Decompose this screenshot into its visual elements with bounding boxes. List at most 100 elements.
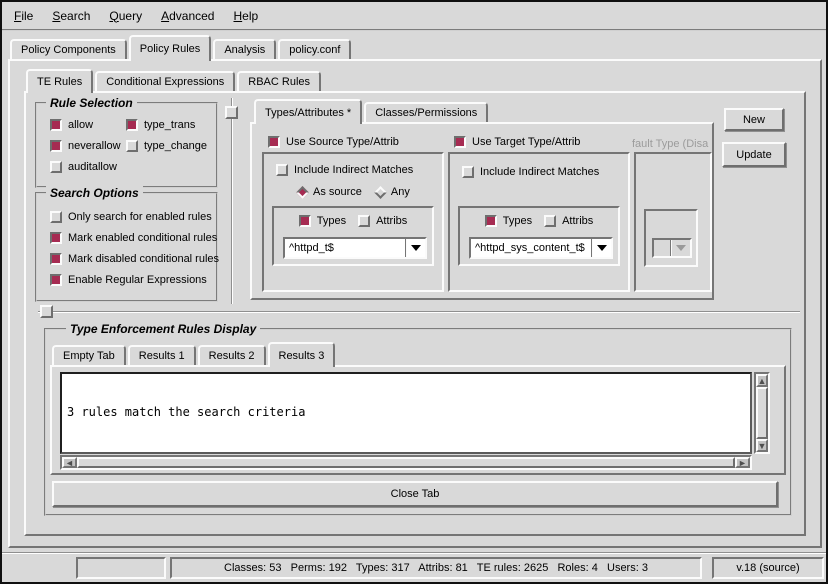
checkbox-type-trans[interactable]: type_trans xyxy=(126,119,216,131)
results-summary: 3 rules match the search criteria xyxy=(67,405,745,419)
tab-label: Policy Rules xyxy=(140,43,201,55)
chevron-down-icon[interactable] xyxy=(597,245,607,251)
scrollbar-thumb[interactable] xyxy=(77,457,735,468)
horizontal-sash-handle[interactable] xyxy=(40,305,53,318)
checkbox-indicator[interactable] xyxy=(50,232,62,244)
checkbox-indicator[interactable] xyxy=(126,140,138,152)
checkbox-target-indirect[interactable]: Include Indirect Matches xyxy=(462,166,599,178)
combobox-separator xyxy=(591,239,593,257)
checkbox-label: Types xyxy=(317,215,346,227)
checkbox-indicator[interactable] xyxy=(50,274,62,286)
new-button[interactable]: New xyxy=(724,108,784,131)
vertical-sash[interactable] xyxy=(231,98,233,304)
checkbox-indicator[interactable] xyxy=(268,136,280,148)
tab-results-2[interactable]: Results 2 xyxy=(198,345,266,365)
checkbox-source-attribs[interactable]: Attribs xyxy=(358,215,407,227)
checkbox-indicator[interactable] xyxy=(50,119,62,131)
checkbox-indicator[interactable] xyxy=(50,211,62,223)
checkbox-allow[interactable]: allow xyxy=(50,119,126,131)
results-vertical-scrollbar[interactable]: ▲ ▼ xyxy=(754,372,770,454)
menu-query[interactable]: Query xyxy=(109,9,142,23)
search-options-group: Search Options Only search for enabled r… xyxy=(35,192,218,302)
source-type-combobox[interactable]: ^httpd_t$ xyxy=(283,237,427,259)
checkbox-label: Attribs xyxy=(376,215,407,227)
vertical-sash-handle[interactable] xyxy=(225,106,238,119)
checkbox-indicator[interactable] xyxy=(50,140,62,152)
radio-label: As source xyxy=(313,186,362,198)
checkbox-use-target[interactable]: Use Target Type/Attrib xyxy=(454,136,580,148)
checkbox-indicator[interactable] xyxy=(126,119,138,131)
target-type-combobox[interactable]: ^httpd_sys_content_t$ xyxy=(469,237,613,259)
tab-rbac-rules[interactable]: RBAC Rules xyxy=(237,71,321,91)
scroll-down-arrow-icon[interactable]: ▼ xyxy=(756,439,768,452)
tab-policy-components[interactable]: Policy Components xyxy=(10,39,127,59)
checkbox-use-source[interactable]: Use Source Type/Attrib xyxy=(268,136,399,148)
checkbox-indicator[interactable] xyxy=(299,215,311,227)
tab-results-3[interactable]: Results 3 xyxy=(268,342,336,367)
tab-analysis[interactable]: Analysis xyxy=(213,39,276,59)
checkbox-type-change[interactable]: type_change xyxy=(126,140,216,152)
tab-te-rules[interactable]: TE Rules xyxy=(26,69,93,93)
menu-advanced[interactable]: Advanced xyxy=(161,9,214,23)
checkbox-label: Attribs xyxy=(562,215,593,227)
checkbox-target-types[interactable]: Types xyxy=(485,215,532,227)
tab-label: Results 3 xyxy=(279,350,325,362)
checkbox-mark-enabled[interactable]: Mark enabled conditional rules xyxy=(50,232,216,244)
close-tab-button[interactable]: Close Tab xyxy=(52,481,778,507)
checkbox-indicator[interactable] xyxy=(50,253,62,265)
button-label: New xyxy=(743,114,765,126)
chevron-down-icon[interactable] xyxy=(411,245,421,251)
radio-any[interactable]: Any xyxy=(376,186,410,198)
tab-conditional-expressions[interactable]: Conditional Expressions xyxy=(95,71,235,91)
checkbox-indicator[interactable] xyxy=(276,164,288,176)
checkbox-source-types[interactable]: Types xyxy=(299,215,346,227)
chevron-down-icon xyxy=(676,245,686,251)
checkbox-auditallow[interactable]: auditallow xyxy=(50,161,126,173)
checkbox-source-indirect[interactable]: Include Indirect Matches xyxy=(276,164,413,176)
checkbox-label: Include Indirect Matches xyxy=(294,164,413,176)
checkbox-label: Enable Regular Expressions xyxy=(68,274,207,286)
tab-label: policy.conf xyxy=(289,44,340,56)
scroll-left-arrow-icon[interactable]: ◄ xyxy=(62,457,77,468)
source-types-frame: Types Attribs ^httpd_t$ xyxy=(272,206,434,266)
radio-indicator[interactable] xyxy=(296,186,309,199)
radio-indicator[interactable] xyxy=(374,186,387,199)
radio-as-source[interactable]: As source xyxy=(298,186,362,198)
combobox-value: ^httpd_t$ xyxy=(289,242,405,254)
menu-help[interactable]: Help xyxy=(233,9,258,23)
checkbox-only-enabled-rules[interactable]: Only search for enabled rules xyxy=(50,211,216,223)
target-types-frame: Types Attribs ^httpd_sys_content_t$ xyxy=(458,206,620,266)
tab-empty-tab[interactable]: Empty Tab xyxy=(52,345,126,365)
scroll-up-arrow-icon[interactable]: ▲ xyxy=(756,374,768,387)
checkbox-neverallow[interactable]: neverallow xyxy=(50,140,126,152)
results-text-area[interactable]: 3 rules match the search criteria (5822)… xyxy=(60,372,752,454)
update-button[interactable]: Update xyxy=(722,142,786,167)
checkbox-enable-regex[interactable]: Enable Regular Expressions xyxy=(50,274,216,286)
button-label: Close Tab xyxy=(391,488,440,500)
tab-types-attributes[interactable]: Types/Attributes * xyxy=(254,99,362,124)
horizontal-sash[interactable] xyxy=(38,311,800,313)
results-tab-row: Empty Tab Results 1 Results 2 Results 3 xyxy=(52,342,335,367)
tab-policy-conf[interactable]: policy.conf xyxy=(278,39,351,59)
scroll-right-arrow-icon[interactable]: ► xyxy=(735,457,750,468)
checkbox-indicator[interactable] xyxy=(454,136,466,148)
menu-file[interactable]: File xyxy=(14,9,33,23)
default-type-label: fault Type (Disa xyxy=(632,138,712,150)
checkbox-mark-disabled[interactable]: Mark disabled conditional rules xyxy=(50,253,216,265)
checkbox-indicator[interactable] xyxy=(50,161,62,173)
checkbox-label: neverallow xyxy=(68,140,121,152)
checkbox-label: type_change xyxy=(144,140,207,152)
scrollbar-thumb[interactable] xyxy=(756,387,768,439)
tab-label: Results 1 xyxy=(139,350,185,362)
menu-search[interactable]: Search xyxy=(52,9,90,23)
tab-classes-permissions[interactable]: Classes/Permissions xyxy=(364,102,488,122)
checkbox-indicator[interactable] xyxy=(544,215,556,227)
tab-policy-rules[interactable]: Policy Rules xyxy=(129,35,212,61)
tab-results-1[interactable]: Results 1 xyxy=(128,345,196,365)
checkbox-target-attribs[interactable]: Attribs xyxy=(544,215,593,227)
checkbox-indicator[interactable] xyxy=(358,215,370,227)
checkbox-indicator[interactable] xyxy=(485,215,497,227)
combobox-separator xyxy=(405,239,407,257)
checkbox-indicator[interactable] xyxy=(462,166,474,178)
results-horizontal-scrollbar[interactable]: ◄ ► xyxy=(60,455,752,470)
